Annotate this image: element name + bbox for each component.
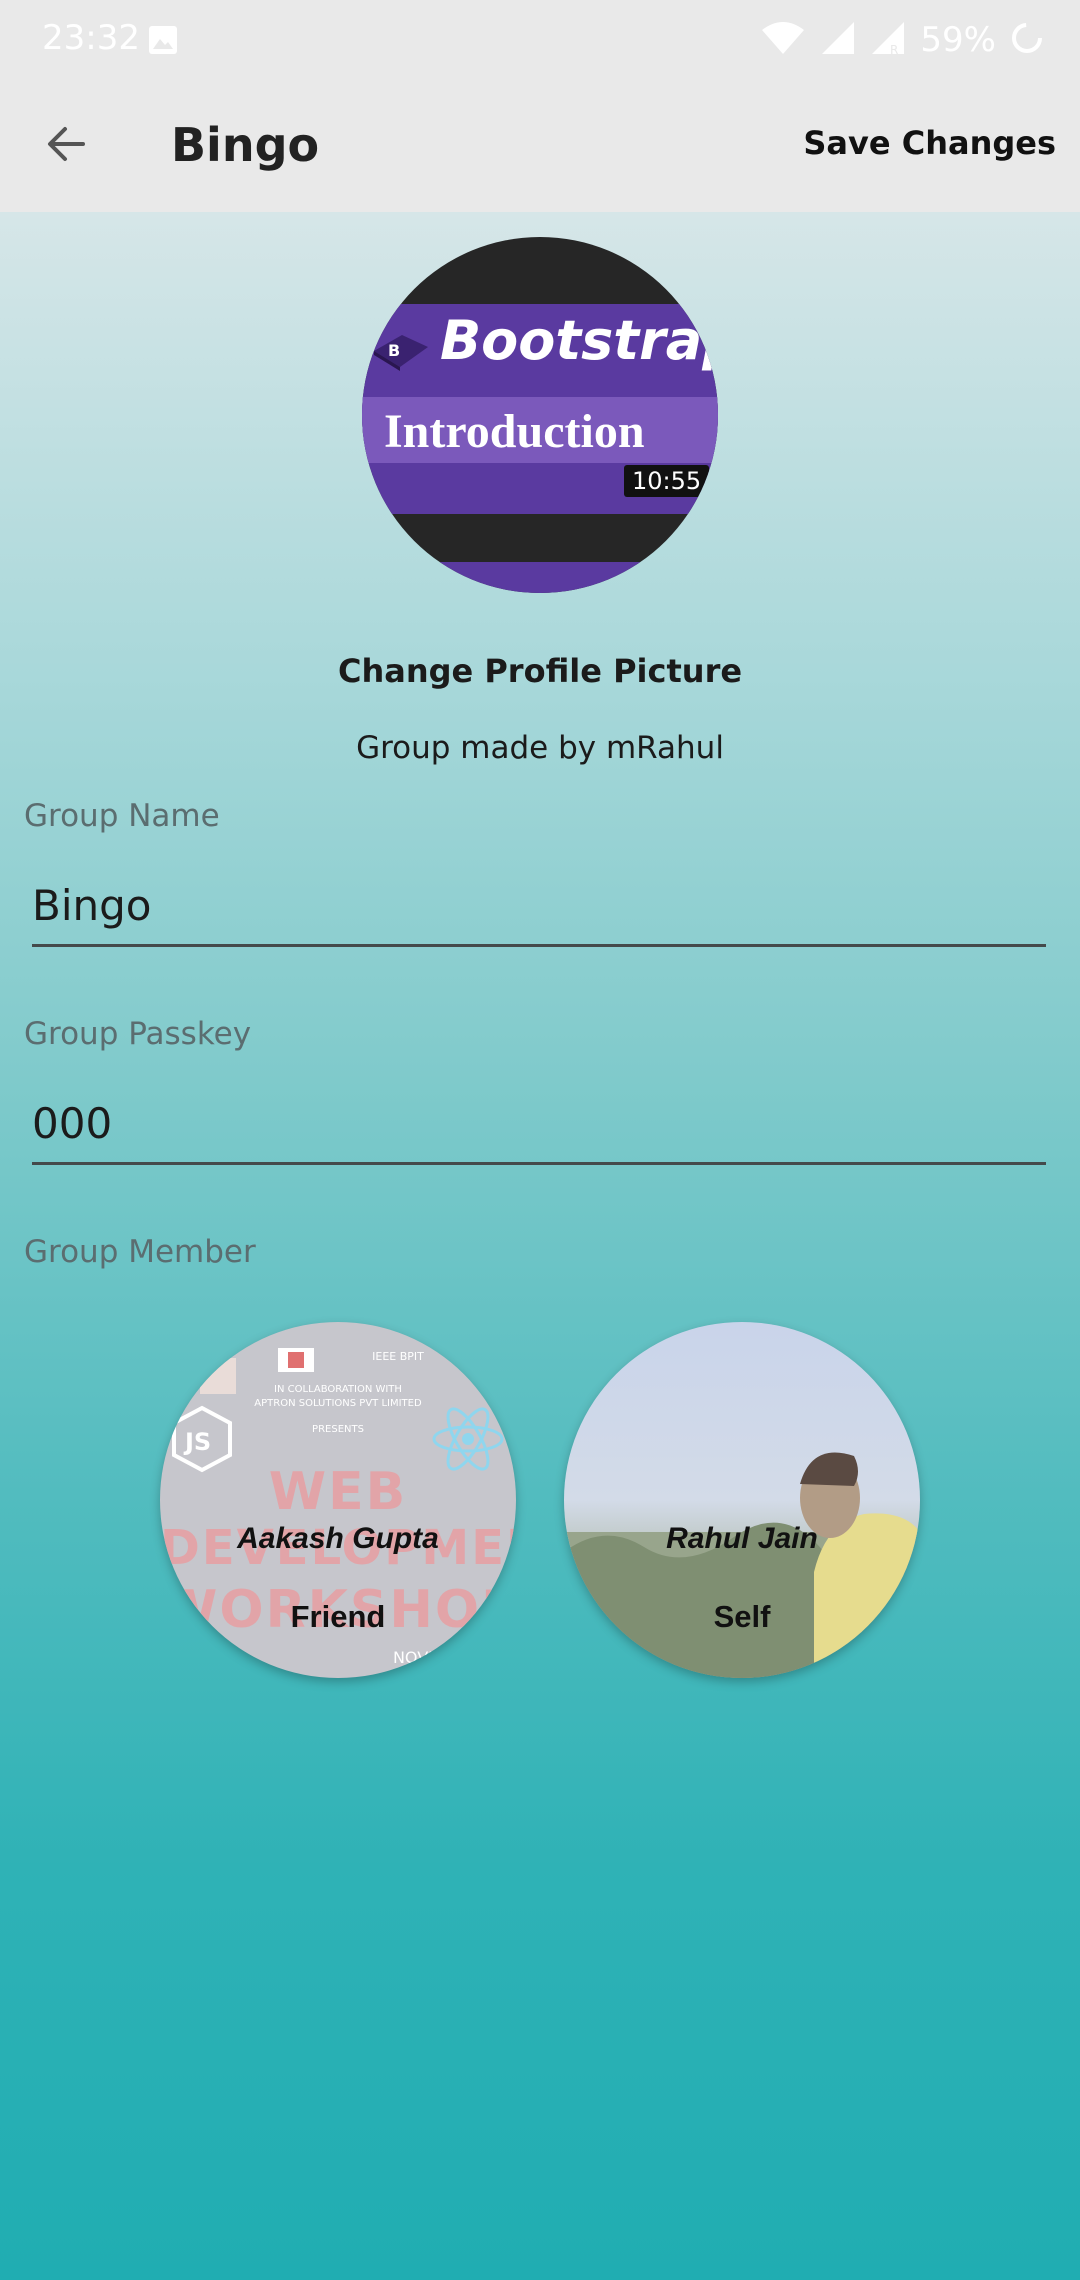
signal-icon [820, 20, 856, 60]
svg-text:R: R [890, 43, 898, 56]
page-title: Bingo [171, 118, 320, 172]
svg-text:B: B [388, 341, 400, 360]
group-profile-picture[interactable]: B Bootstrap Introduction 10:55 [362, 237, 718, 593]
poster-footer: NOVEMB [392, 1648, 464, 1667]
status-bar: 23:32 R 59% [0, 0, 1080, 80]
group-member-label: Group Member [24, 1234, 256, 1270]
poster-word-web: WEB [268, 1462, 408, 1522]
svg-text:JS: JS [183, 1428, 211, 1456]
member-card-rahul[interactable]: Rahul Jain Self [564, 1322, 920, 1678]
group-settings-content: B Bootstrap Introduction 10:55 Change Pr… [0, 212, 1080, 2280]
save-changes-button[interactable]: Save Changes [803, 124, 1056, 162]
thumbnail-subtitle: Introduction [384, 405, 645, 458]
poster-line1: IN COLLABORATION WITH [274, 1384, 402, 1395]
video-duration-badge: 10:55 [624, 465, 710, 497]
change-profile-picture-link[interactable]: Change Profile Picture [0, 652, 1080, 690]
group-name-label: Group Name [24, 798, 220, 834]
arrow-left-icon [45, 123, 87, 169]
member-name: Rahul Jain [666, 1522, 818, 1555]
group-creator-text: Group made by mRahul [356, 730, 724, 766]
bootstrap-logo-icon: B [368, 329, 432, 377]
member-role: Self [713, 1599, 771, 1634]
member-name: Aakash Gupta [237, 1522, 439, 1555]
app-bar: Bingo Save Changes [0, 80, 1080, 212]
member-card-aakash[interactable]: IEEE BPIT IN COLLABORATION WITH APTRON S… [160, 1322, 516, 1678]
group-passkey-label: Group Passkey [24, 1016, 252, 1052]
back-button[interactable] [30, 110, 102, 182]
group-name-input[interactable] [32, 866, 1046, 947]
battery-icon [1010, 21, 1044, 59]
status-icons: R 59% [760, 18, 1044, 62]
signal-roaming-icon: R [870, 20, 906, 60]
battery-percent: 59% [920, 20, 996, 60]
wifi-icon [760, 20, 806, 60]
poster-org: IEEE BPIT [372, 1350, 424, 1363]
thumbnail-title: Bootstrap [440, 309, 718, 372]
photo-icon [148, 25, 178, 59]
member-role: Friend [290, 1599, 386, 1634]
status-time: 23:32 [42, 18, 140, 58]
group-passkey-input[interactable] [32, 1084, 1046, 1165]
thumbnail-stripe [362, 562, 718, 593]
